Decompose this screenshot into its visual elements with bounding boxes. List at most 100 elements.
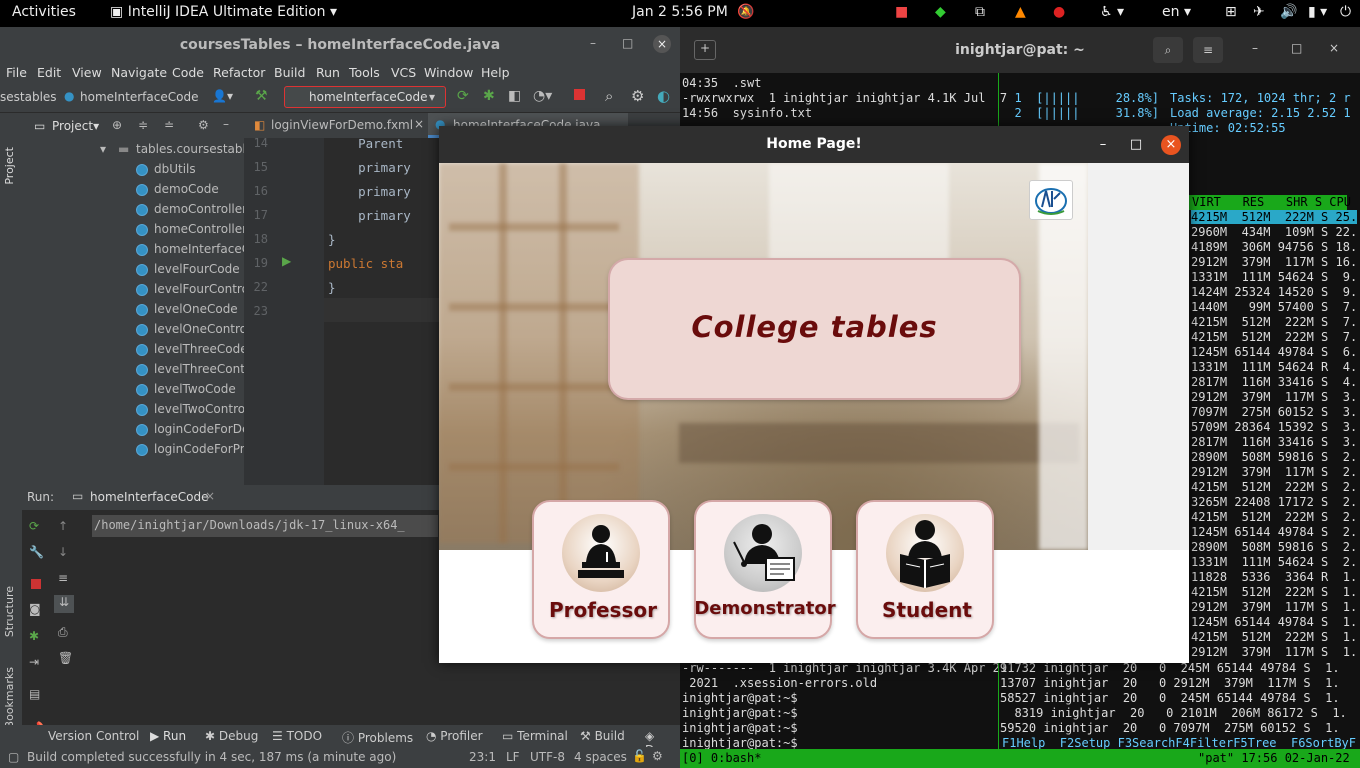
menu-view[interactable]: View <box>72 65 102 80</box>
maximize-icon[interactable]: □ <box>1291 41 1302 55</box>
coverage-icon[interactable]: ◧ <box>508 88 521 104</box>
volume-icon[interactable]: 🔊 <box>1280 4 1297 20</box>
run-gutter-icon[interactable]: ▶ <box>282 254 291 268</box>
breadcrumb[interactable]: sestables <box>0 90 57 104</box>
up-arrow-icon[interactable]: ↑ <box>58 519 68 533</box>
stop-icon[interactable] <box>31 579 41 589</box>
tool-terminal[interactable]: ▭ Terminal <box>502 729 568 743</box>
tree-item[interactable]: loginCodeForPro <box>136 442 252 456</box>
mail-icon[interactable]: ● <box>1053 4 1065 20</box>
activities-button[interactable]: Activities <box>12 4 76 20</box>
menu-file[interactable]: File <box>6 65 27 80</box>
profile-icon[interactable]: ◔▾ <box>533 88 552 104</box>
minimize-icon[interactable]: – <box>590 36 596 50</box>
status-toggle-icon[interactable]: ▢ <box>8 750 19 764</box>
search-icon[interactable]: ⌕ <box>605 87 613 105</box>
tmux-window[interactable]: [0] 0:bash* <box>682 751 761 765</box>
tree-item[interactable]: loginCodeForDe <box>136 422 249 436</box>
tool-debug[interactable]: ✱ Debug <box>205 729 258 743</box>
menu-tools[interactable]: Tools <box>349 65 380 80</box>
minimize-icon[interactable]: – <box>1094 136 1112 154</box>
tree-item[interactable]: dbUtils <box>136 162 196 176</box>
tool-todo[interactable]: ☰ TODO <box>272 729 322 743</box>
package-node[interactable]: tables.coursestable <box>136 142 253 156</box>
tree-item[interactable]: levelOneControl <box>136 322 250 336</box>
demonstrator-button[interactable]: Demonstrator <box>694 500 836 639</box>
menu-vcs[interactable]: VCS <box>391 65 416 80</box>
menu-navigate[interactable]: Navigate <box>111 65 167 80</box>
bookmarks-tool-tab[interactable]: Bookmarks <box>3 667 16 728</box>
hide-panel-icon[interactable]: – <box>223 117 229 131</box>
close-icon[interactable]: × <box>653 35 671 53</box>
tree-item[interactable]: levelOneCode <box>136 302 238 316</box>
menu-refactor[interactable]: Refactor <box>213 65 265 80</box>
hamburger-menu-icon[interactable]: ≡ <box>1193 37 1223 63</box>
app-menu[interactable]: ▣ IntelliJ IDEA Ultimate Edition ▾ <box>110 4 337 20</box>
layout-icon[interactable]: ▤ <box>29 687 40 701</box>
tool-version-control[interactable]: Version Control <box>48 729 139 743</box>
tree-item[interactable]: levelFourContro <box>136 282 249 296</box>
login-icon[interactable]: ⇥ <box>29 655 39 669</box>
line-separator[interactable]: LF <box>506 750 520 764</box>
power-icon[interactable]: ⏻ <box>1340 4 1351 20</box>
menu-build[interactable]: Build <box>274 65 305 80</box>
htop-function-keys[interactable]: F1Help F2Setup F3SearchF4FilterF5Tree F6… <box>1002 736 1356 750</box>
stop-icon[interactable] <box>574 89 585 100</box>
close-icon[interactable]: × <box>1161 135 1181 155</box>
tool-profiler[interactable]: ◔ Profiler <box>426 729 483 743</box>
tool-build[interactable]: ⚒ Build <box>580 729 625 743</box>
professor-button[interactable]: Professor <box>532 500 670 639</box>
tree-item[interactable]: levelThreeCode <box>136 342 248 356</box>
tree-item[interactable]: homeController <box>136 222 247 236</box>
camera-icon[interactable]: ■ <box>895 4 908 20</box>
new-tab-icon[interactable]: + <box>694 40 716 60</box>
maximize-icon[interactable]: □ <box>1127 136 1145 154</box>
structure-tool-tab[interactable]: Structure <box>3 586 16 637</box>
maximize-icon[interactable]: □ <box>622 36 633 50</box>
breadcrumb-file[interactable]: homeInterfaceCode <box>80 90 198 104</box>
tree-item[interactable]: levelThreeContr <box>136 362 250 376</box>
scroll-to-end-icon[interactable]: ⇊ <box>54 595 74 613</box>
print-icon[interactable]: ⎙ <box>58 625 68 640</box>
menu-code[interactable]: Code <box>172 65 204 80</box>
battery-icon[interactable]: ▮ ▾ <box>1308 4 1327 20</box>
shield-icon[interactable]: ◆ <box>935 4 946 20</box>
event-log-icon[interactable]: ⚙ <box>652 749 663 763</box>
close-icon[interactable]: × <box>1329 41 1339 55</box>
down-arrow-icon[interactable]: ↓ <box>58 545 68 559</box>
run-config-selector[interactable]: homeInterfaceCode ▾ <box>284 86 446 108</box>
expand-all-icon[interactable]: ≑ <box>138 118 148 132</box>
lock-icon[interactable]: 🔓 <box>632 749 647 763</box>
tool-problems[interactable]: ⓘ Problems <box>342 729 413 746</box>
language-selector[interactable]: en ▾ <box>1162 4 1191 20</box>
collapse-all-icon[interactable]: ≐ <box>164 118 174 132</box>
search-icon[interactable]: ⌕ <box>1153 37 1183 63</box>
clock[interactable]: Jan 2 5:56 PM <box>632 4 728 20</box>
student-button[interactable]: Student <box>856 500 994 639</box>
hammer-icon[interactable]: ⚒ <box>255 88 268 104</box>
tree-item[interactable]: demoCode <box>136 182 219 196</box>
soft-wrap-icon[interactable]: ≡ <box>58 571 68 585</box>
tree-item[interactable]: levelFourCode <box>136 262 240 276</box>
network-icon[interactable]: ⊞ <box>1225 4 1237 20</box>
menu-help[interactable]: Help <box>481 65 510 80</box>
gear-icon[interactable]: ⚙ <box>631 87 644 105</box>
debug-icon[interactable]: ✱ <box>483 88 495 104</box>
minimize-icon[interactable]: – <box>1252 41 1258 55</box>
accessibility-icon[interactable]: ♿ ▾ <box>1100 4 1124 20</box>
tool-run[interactable]: ▶ Run <box>150 729 186 743</box>
project-tool-tab[interactable]: Project <box>3 147 16 185</box>
wrench-icon[interactable]: 🔧 <box>29 545 44 559</box>
trash-icon[interactable]: 🗑 <box>58 651 73 665</box>
run-tab[interactable]: homeInterfaceCode <box>90 490 208 504</box>
status-message[interactable]: Build completed successfully in 4 sec, 1… <box>27 750 396 764</box>
rerun-icon[interactable]: ⟳ <box>29 519 39 533</box>
vlc-icon[interactable]: ▲ <box>1015 4 1026 20</box>
project-dropdown[interactable]: Project▾ <box>52 119 99 133</box>
tree-item[interactable]: homeInterfaceC <box>136 242 250 256</box>
tree-item[interactable]: levelTwoCode <box>136 382 236 396</box>
menu-edit[interactable]: Edit <box>37 65 61 80</box>
plugin-icon[interactable]: ◐ <box>657 87 670 105</box>
debug-icon[interactable]: ✱ <box>29 629 39 643</box>
locate-icon[interactable]: ⊕ <box>112 118 122 132</box>
